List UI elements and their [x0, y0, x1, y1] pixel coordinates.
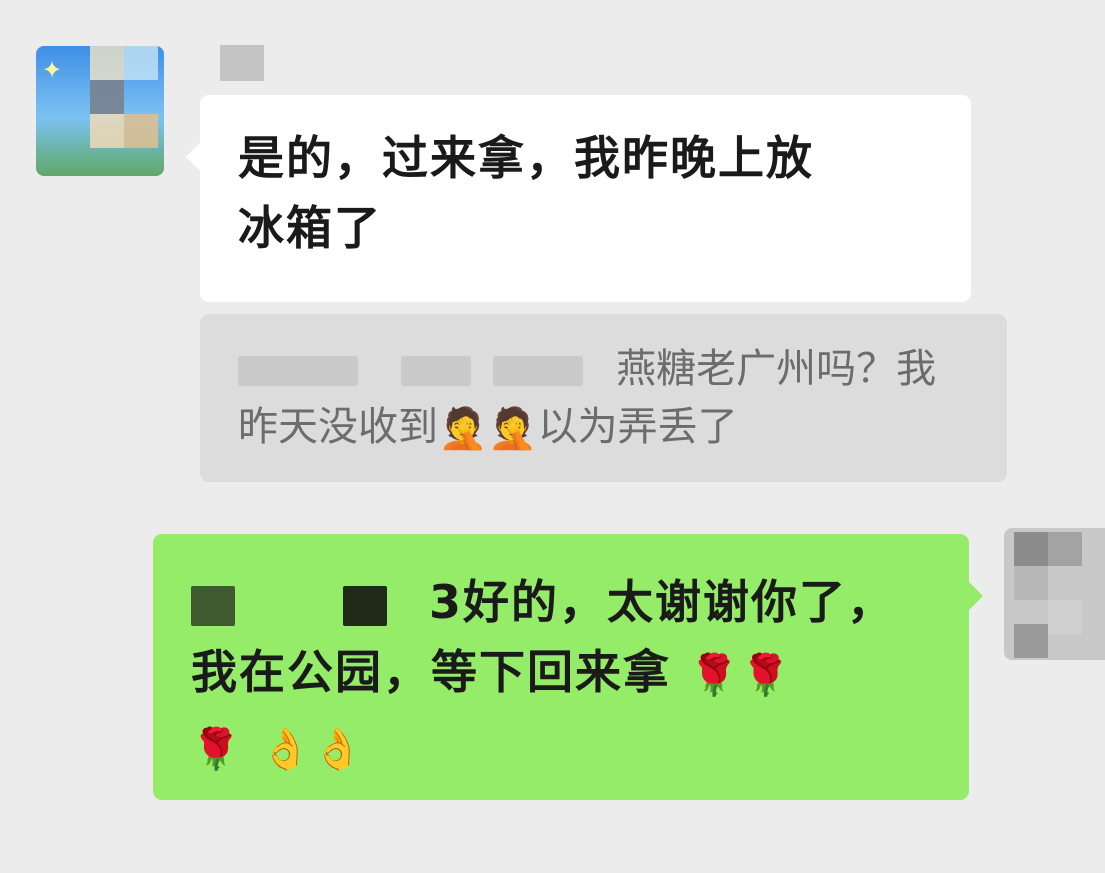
- rose-emoji: 🌹: [689, 652, 741, 699]
- rose-emoji: 🌹: [740, 652, 793, 699]
- redacted-text: [238, 356, 358, 386]
- quote-text: 以为弄丢了: [537, 404, 738, 450]
- sender-avatar[interactable]: ✦: [36, 46, 164, 176]
- avatar-mosaic: [1048, 532, 1082, 566]
- avatar-mosaic: [1048, 600, 1082, 634]
- message-text-line: 冰箱了: [238, 201, 382, 255]
- quote-line-1: 燕糖老广州吗？我: [238, 340, 977, 398]
- message-text-line: 🌹 👌👌: [191, 711, 939, 785]
- redacted-text: [191, 585, 235, 626]
- sparkle-icon: ✦: [42, 56, 63, 84]
- redacted-text: [493, 356, 584, 386]
- avatar-mosaic: [90, 114, 124, 148]
- outgoing-message-bubble[interactable]: 3好的，太谢谢你了， 我在公园，等下回来拿 🌹🌹 🌹 👌👌: [153, 534, 983, 800]
- quote-text: 燕糖老广州吗？我: [616, 346, 937, 392]
- redacted-text: [400, 356, 471, 386]
- quoted-message[interactable]: 燕糖老广州吗？我 昨天没收到🤦🤦以为弄丢了: [200, 314, 1007, 482]
- ok-hand-emoji: 👌: [260, 726, 313, 772]
- message-text-line: 是的，过来拿，我昨晚上放: [238, 131, 814, 185]
- rose-emoji: 🌹: [191, 726, 243, 772]
- avatar-mosaic: [1014, 532, 1048, 566]
- avatar-mosaic: [124, 46, 158, 80]
- redacted-text: [343, 585, 388, 626]
- avatar-mosaic: [90, 80, 124, 114]
- my-avatar[interactable]: [1004, 528, 1105, 660]
- avatar-mosaic: [1014, 566, 1048, 600]
- facepalm-emoji: 🤦: [487, 406, 538, 452]
- avatar-mosaic: [124, 114, 158, 148]
- message-text: 我在公园，等下回来拿: [191, 645, 671, 699]
- facepalm-emoji: 🤦: [438, 406, 488, 452]
- message-text: 3好的，太谢谢你了，: [429, 575, 896, 629]
- quote-line-2: 昨天没收到🤦🤦以为弄丢了: [238, 398, 977, 458]
- quote-text: 昨天没收到: [238, 404, 438, 450]
- sender-name-redacted: [220, 45, 264, 81]
- message-text-line: 我在公园，等下回来拿 🌹🌹: [191, 637, 939, 711]
- message-text-line: 3好的，太谢谢你了，: [191, 567, 939, 637]
- avatar-mosaic: [90, 46, 124, 80]
- avatar-mosaic: [1014, 624, 1048, 658]
- ok-hand-emoji: 👌: [312, 726, 365, 772]
- incoming-message-bubble[interactable]: 是的，过来拿，我昨晚上放 冰箱了: [186, 95, 971, 302]
